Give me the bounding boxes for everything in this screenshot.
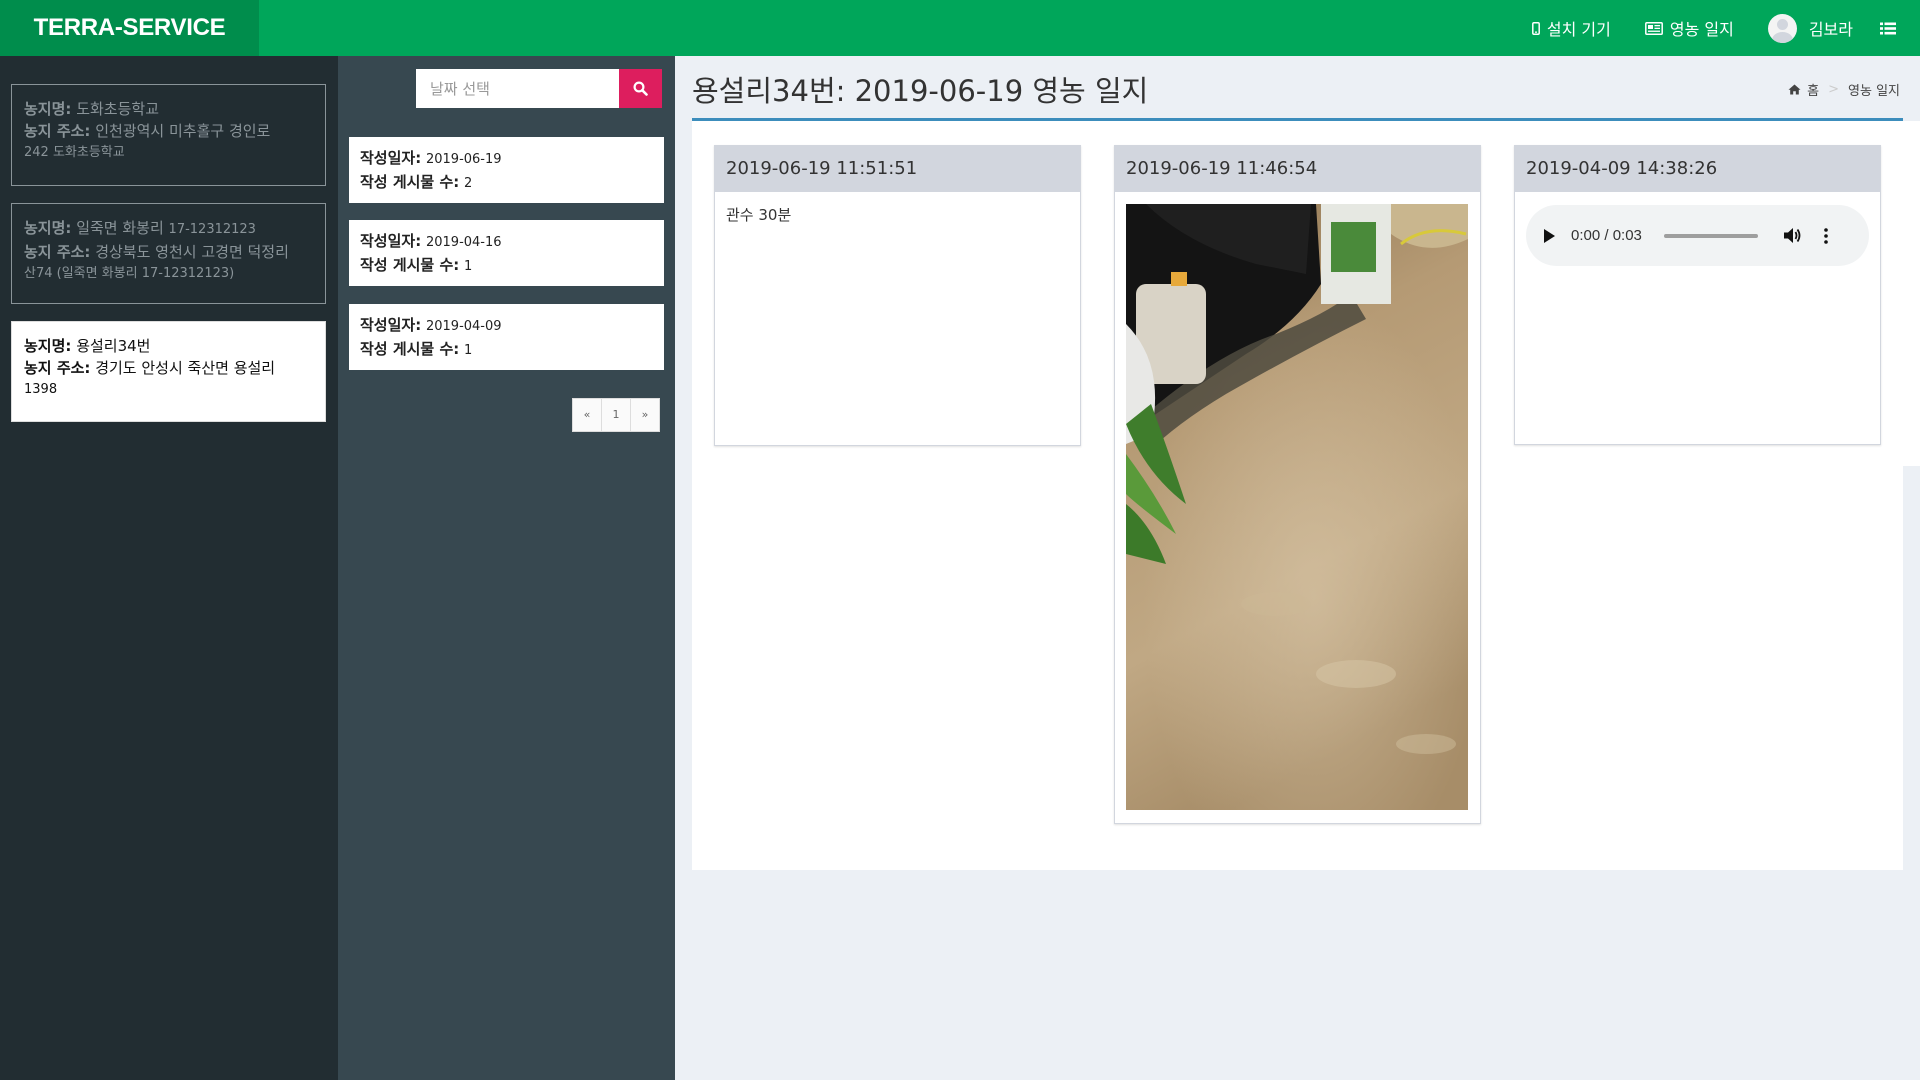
count-value: 1	[464, 343, 473, 358]
farm-address-cont: 1398	[24, 382, 58, 397]
top-navbar: TERRA-SERVICE 설치 기기 영농 일지 김보라	[0, 0, 1920, 56]
volume-icon[interactable]	[1783, 227, 1802, 244]
breadcrumb-current: 영농 일지	[1848, 84, 1900, 99]
date-picker-input[interactable]	[416, 69, 619, 108]
audio-progress-slider[interactable]	[1663, 233, 1758, 238]
farm-name: 용설리34번	[76, 337, 151, 355]
nav-devices-label: 설치 기기	[1546, 20, 1611, 39]
post-timestamp: 2019-04-09 14:38:26	[1515, 146, 1880, 192]
home-icon	[1788, 84, 1801, 95]
control-sidebar-toggle[interactable]	[1870, 0, 1920, 56]
count-label: 작성 게시물 수:	[360, 340, 460, 358]
breadcrumb-home[interactable]: 홈	[1807, 80, 1819, 99]
journal-post-text: 2019-06-19 11:51:51 관수 30분	[714, 145, 1081, 446]
nav-journal-label: 영농 일지	[1669, 20, 1734, 39]
farm-address-cont: 산74 (일죽면 화봉리 17-12312123)	[24, 266, 235, 281]
box-edge	[1903, 121, 1920, 466]
navbar-menu: 설치 기기 영농 일지 김보라	[1515, 0, 1920, 56]
user-name: 김보라	[1808, 20, 1853, 39]
farm-name-suffix: 17-12312123	[168, 222, 256, 237]
date-label: 작성일자:	[360, 149, 422, 167]
breadcrumb: 홈 > 영농 일지	[1788, 80, 1900, 99]
nav-devices-link[interactable]: 설치 기기	[1515, 0, 1628, 56]
app-logo[interactable]: TERRA-SERVICE	[0, 0, 259, 56]
count-label: 작성 게시물 수:	[360, 256, 460, 274]
list-icon	[1880, 22, 1896, 35]
farm-name-label: 농지명:	[24, 219, 72, 237]
date-item[interactable]: 작성일자: 2019-04-16 작성 게시물 수: 1	[349, 220, 664, 286]
pagination: « 1 »	[572, 398, 660, 432]
breadcrumb-separator: >	[1828, 82, 1840, 97]
farm-name-label: 농지명:	[24, 337, 72, 355]
date-label: 작성일자:	[360, 232, 422, 250]
date-value: 2019-04-16	[425, 235, 502, 250]
date-item[interactable]: 작성일자: 2019-06-19 작성 게시물 수: 2	[349, 137, 664, 203]
farm-addr-label: 농지 주소:	[24, 359, 91, 377]
count-value: 2	[464, 176, 473, 191]
post-photo[interactable]	[1126, 204, 1468, 810]
farm-address: 경상북도 영천시 고경면 덕정리	[95, 243, 289, 261]
audio-player: 0:00 / 0:03	[1526, 205, 1869, 266]
farm-addr-label: 농지 주소:	[24, 122, 91, 140]
post-timestamp: 2019-06-19 11:51:51	[715, 146, 1080, 192]
farm-addr-label: 농지 주소:	[24, 243, 91, 261]
post-timestamp: 2019-06-19 11:46:54	[1115, 146, 1480, 192]
date-value: 2019-06-19	[425, 152, 502, 167]
journal-post-audio: 2019-04-09 14:38:26 0:00 / 0:03	[1514, 145, 1881, 445]
date-value: 2019-04-09	[425, 319, 502, 334]
play-icon[interactable]	[1544, 228, 1555, 243]
audio-time: 0:00 / 0:03	[1571, 227, 1642, 244]
date-item[interactable]: 작성일자: 2019-04-09 작성 게시물 수: 1	[349, 304, 664, 370]
pagination-next[interactable]: »	[630, 398, 660, 432]
nav-journal-link[interactable]: 영농 일지	[1628, 0, 1751, 56]
pagination-prev[interactable]: «	[572, 398, 602, 432]
farm-address: 경기도 안성시 죽산면 용설리	[95, 359, 276, 377]
mobile-icon	[1531, 21, 1540, 35]
newspaper-icon	[1644, 21, 1663, 35]
pagination-page[interactable]: 1	[601, 398, 631, 432]
farm-item[interactable]: 농지명: 도화초등학교 농지 주소: 인천광역시 미추홀구 경인로 242 도화…	[11, 84, 326, 186]
journal-post-photo: 2019-06-19 11:46:54	[1114, 145, 1481, 824]
farm-item-active[interactable]: 농지명: 용설리34번 농지 주소: 경기도 안성시 죽산면 용설리 1398	[11, 321, 326, 422]
farm-item[interactable]: 농지명: 일죽면 화봉리 17-12312123 농지 주소: 경상북도 영천시…	[11, 203, 326, 304]
farm-name: 일죽면 화봉리	[76, 219, 164, 237]
count-value: 1	[464, 259, 473, 274]
date-sidebar	[338, 56, 675, 1080]
search-icon	[633, 81, 648, 96]
farm-name-label: 농지명:	[24, 100, 72, 118]
farm-name: 도화초등학교	[76, 100, 159, 118]
user-menu[interactable]: 김보라	[1751, 0, 1870, 56]
more-options-icon[interactable]	[1824, 227, 1828, 244]
page-title: 용설리34번: 2019-06-19 영농 일지	[692, 74, 1149, 108]
avatar	[1767, 13, 1797, 43]
search-button[interactable]	[619, 69, 662, 108]
farm-address-cont: 242 도화초등학교	[24, 145, 125, 160]
date-label: 작성일자:	[360, 316, 422, 334]
farm-address: 인천광역시 미추홀구 경인로	[95, 122, 271, 140]
count-label: 작성 게시물 수:	[360, 173, 460, 191]
post-text: 관수 30분	[726, 206, 792, 224]
